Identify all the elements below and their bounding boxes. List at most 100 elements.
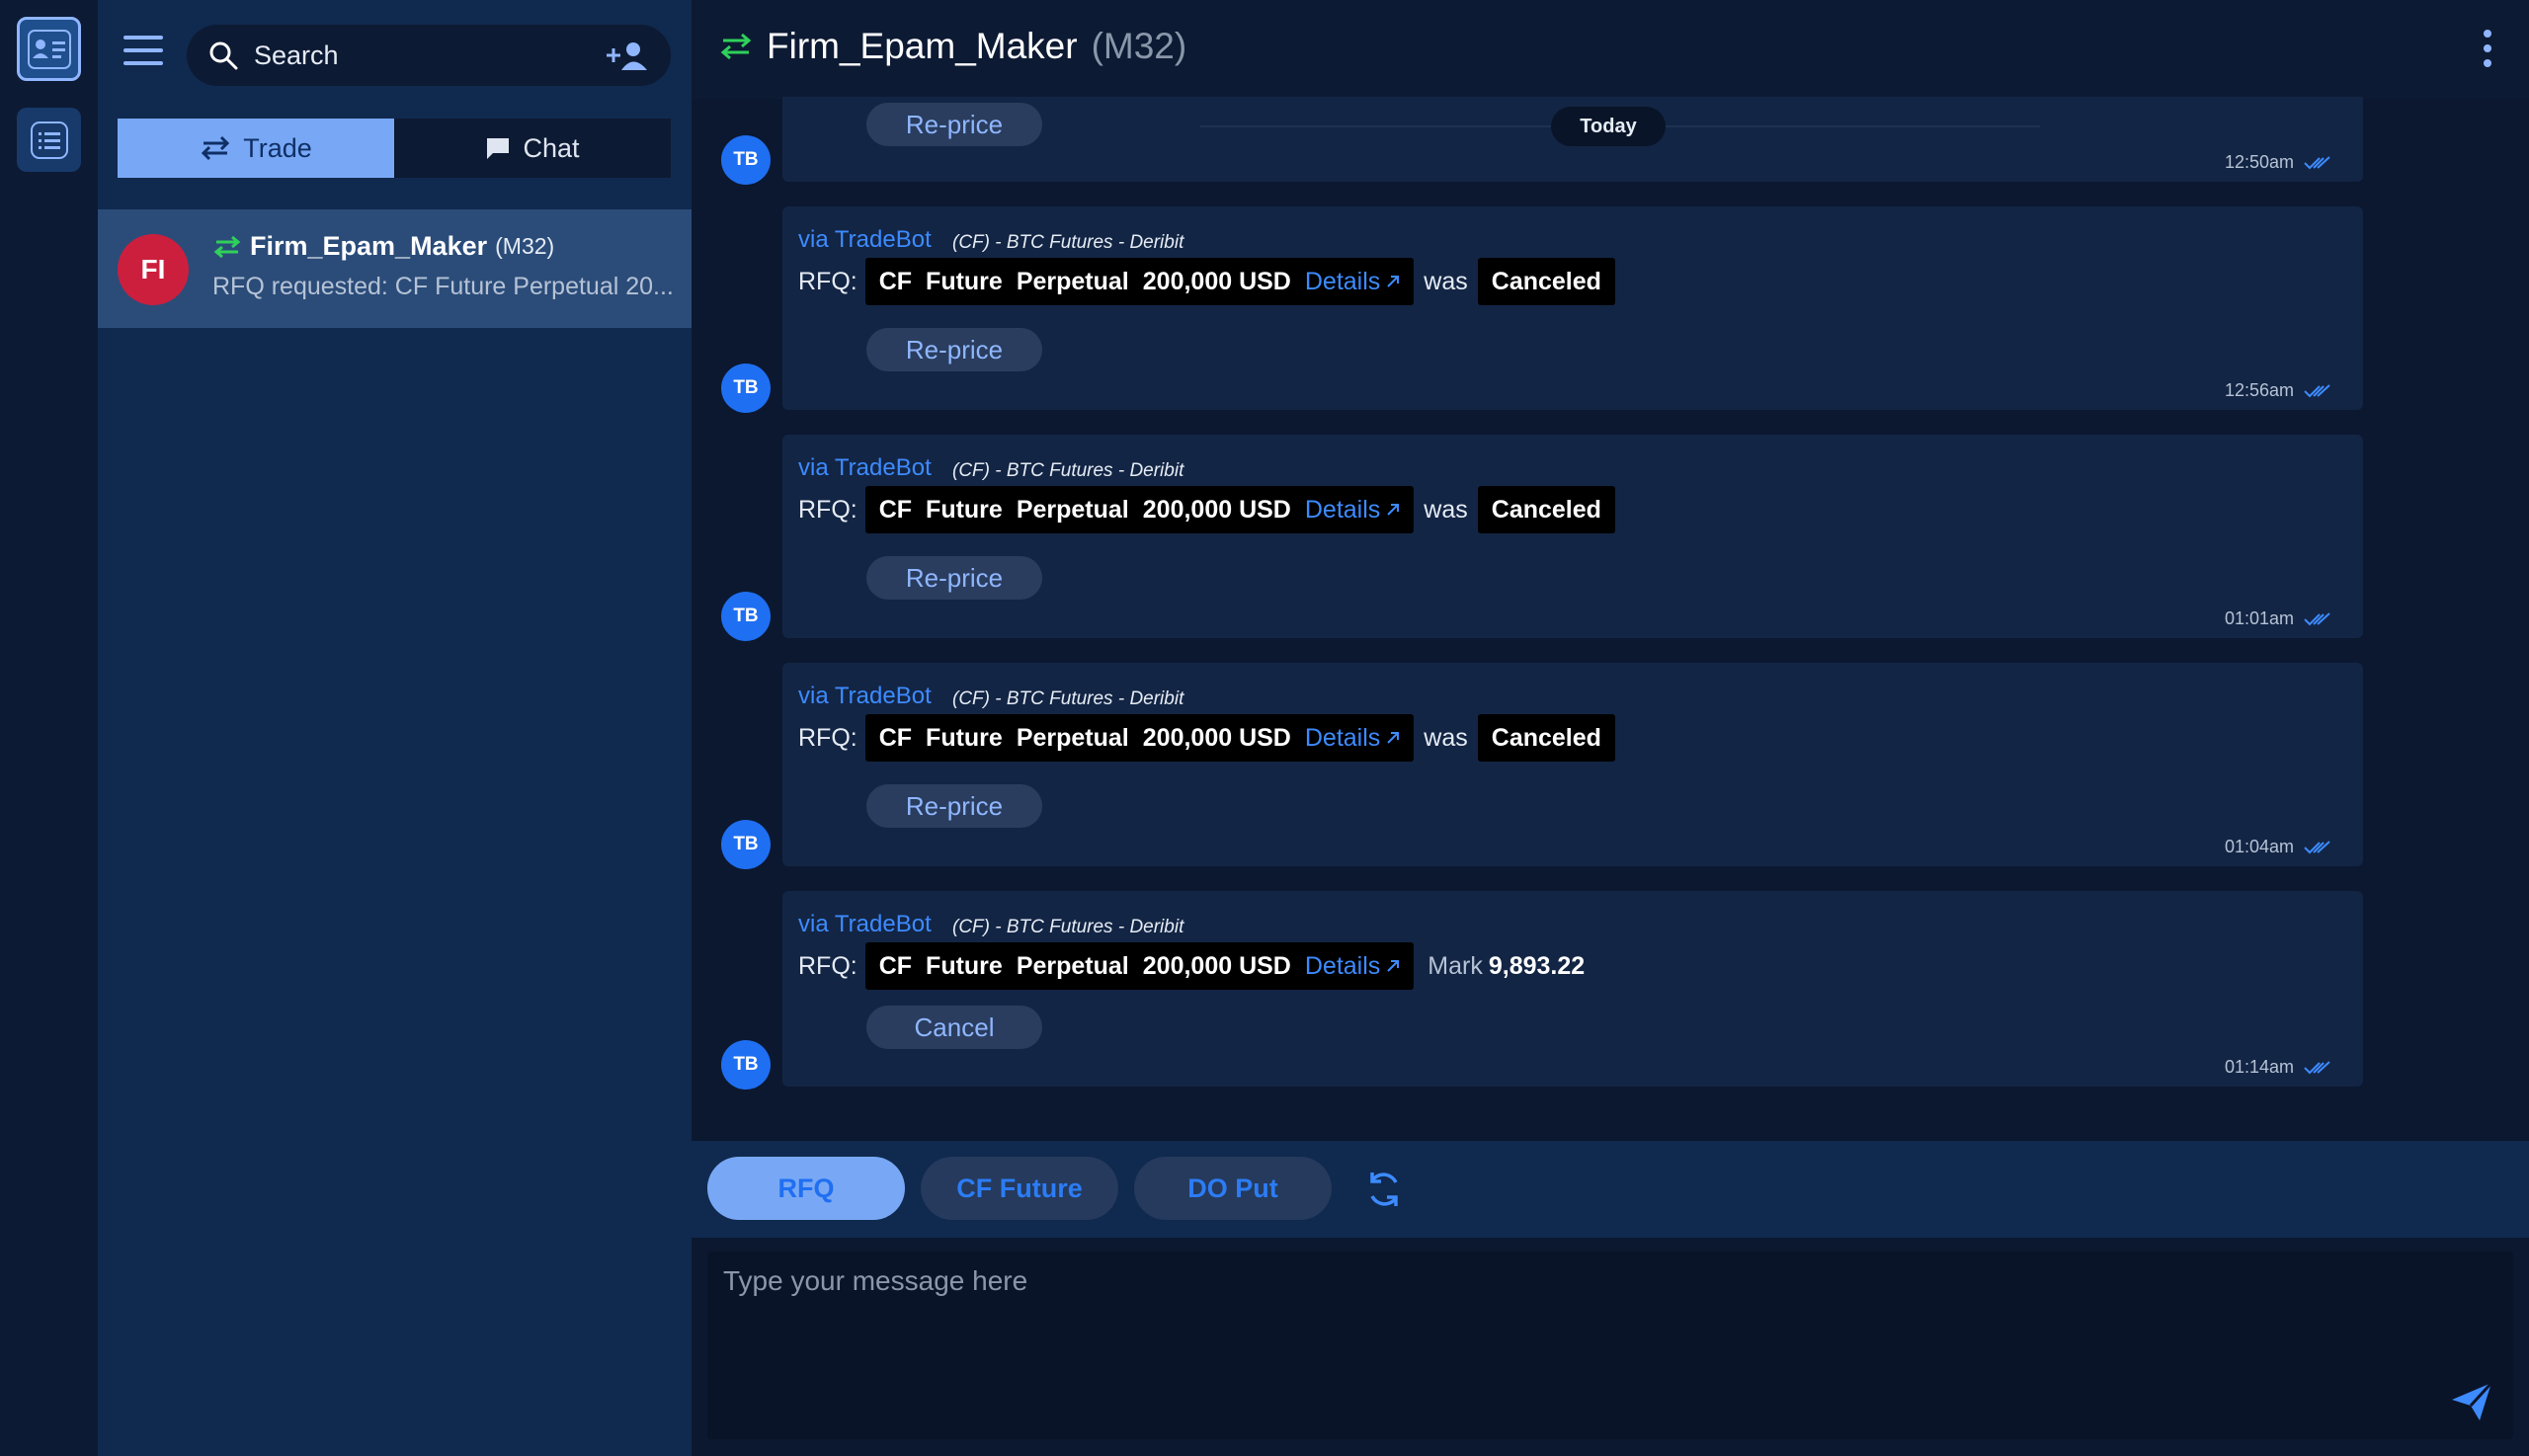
cancel-button[interactable]: Cancel [866, 1006, 1042, 1049]
via-tradebot-link[interactable]: via TradeBot [798, 226, 932, 254]
double-check-icon [2304, 383, 2330, 397]
rfq-quick-button[interactable]: RFQ [707, 1157, 905, 1220]
status-badge: Canceled [1477, 714, 1615, 762]
message-card: via TradeBot (CF) - BTC Futures - Deribi… [782, 891, 2363, 1087]
message-timestamp: 01:01am [2224, 608, 2294, 628]
message-source: (CF) - BTC Futures - Deribit [952, 917, 1184, 937]
rfq-details-box: CF Future Perpetual 200,000 USD Details [864, 486, 1415, 533]
via-tradebot-link[interactable]: via TradeBot [798, 683, 932, 710]
contacts-button[interactable] [17, 17, 81, 81]
rfq-amount: 200,000 USD [1142, 495, 1291, 524]
message-source: (CF) - BTC Futures - Deribit [952, 688, 1184, 709]
details-label: Details [1304, 951, 1381, 980]
tab-trade-label: Trade [243, 132, 312, 163]
swap-arrows-icon [202, 135, 230, 161]
external-link-icon [1387, 276, 1400, 287]
avatar: TB [721, 592, 771, 641]
rfq-term: Future [926, 723, 1003, 752]
message-time: 12:50am [2225, 152, 2331, 173]
mark-price: Mark 9,893.22 [1428, 952, 1585, 981]
message-time: 01:04am [2225, 837, 2331, 857]
conversation-item[interactable]: FI Firm_Epam_Maker (M32) RFQ requested: … [98, 209, 692, 328]
message-time: 01:14am [2225, 1057, 2331, 1078]
message-timestamp: 01:04am [2224, 837, 2294, 856]
message-composer [707, 1252, 2513, 1439]
rfq-term: Perpetual [1016, 495, 1129, 524]
double-check-icon [2304, 1060, 2330, 1074]
hamburger-menu-icon[interactable] [123, 36, 163, 67]
search-input[interactable]: Search [254, 40, 606, 71]
details-label: Details [1304, 723, 1381, 752]
trade-swap-icon [720, 33, 752, 60]
reprice-button[interactable]: Re-price [866, 784, 1042, 828]
rfq-term: Perpetual [1016, 267, 1129, 295]
was-label: was [1424, 723, 1468, 752]
do-put-quick-button[interactable]: DO Put [1134, 1157, 1332, 1220]
reprice-button[interactable]: Re-price [866, 556, 1042, 600]
conversation-preview: RFQ requested: CF Future Perpetual 20... [212, 273, 674, 300]
reprice-button[interactable]: Re-price [866, 328, 1042, 371]
avatar: FI [118, 234, 189, 305]
rfq-details-box: CF Future Perpetual 200,000 USD Details [864, 714, 1415, 762]
rfq-amount: 200,000 USD [1142, 267, 1291, 295]
tab-chat-label: Chat [523, 132, 580, 163]
sidebar: Search Trade Chat FI Firm_Epam_Maker (M3… [98, 0, 692, 1456]
details-label: Details [1304, 267, 1381, 295]
details-link[interactable]: Details [1305, 496, 1400, 525]
external-link-icon [1387, 960, 1400, 972]
message-input[interactable] [707, 1252, 2513, 1439]
tab-trade[interactable]: Trade [118, 119, 394, 178]
search-icon [209, 41, 238, 70]
message-timestamp: 01:14am [2224, 1057, 2294, 1077]
details-link[interactable]: Details [1305, 268, 1400, 296]
rfq-label: RFQ: [798, 267, 857, 295]
left-rail [0, 0, 98, 1456]
reprice-button[interactable]: Re-price [866, 103, 1042, 146]
conversation-name: Firm_Epam_Maker [250, 231, 488, 261]
rfq-label: RFQ: [798, 951, 857, 980]
message-time: 12:56am [2225, 380, 2331, 401]
avatar: TB [721, 1040, 771, 1090]
message-card: via TradeBot (CF) - BTC Futures - Deribi… [782, 663, 2363, 866]
rfq-label: RFQ: [798, 723, 857, 752]
send-icon[interactable] [2450, 1380, 2493, 1423]
contact-card-icon [27, 29, 71, 69]
header-code: (M32) [1091, 26, 1187, 66]
chat-bubble-icon [487, 138, 510, 159]
mark-label: Mark [1428, 951, 1483, 980]
list-button[interactable] [17, 108, 81, 172]
mark-value: 9,893.22 [1488, 951, 1586, 980]
rfq-term: CF [878, 723, 913, 752]
details-label: Details [1304, 495, 1381, 524]
rfq-term: Future [926, 495, 1003, 524]
search-bar[interactable]: Search [187, 25, 671, 86]
cf-future-quick-button[interactable]: CF Future [921, 1157, 1118, 1220]
details-link[interactable]: Details [1305, 952, 1400, 981]
rfq-amount: 200,000 USD [1142, 723, 1291, 752]
via-tradebot-link[interactable]: via TradeBot [798, 911, 932, 938]
message-card: via TradeBot (CF) - BTC Futures - Deribi… [782, 206, 2363, 410]
double-check-icon [2304, 155, 2330, 169]
message-timestamp: 12:50am [2224, 152, 2294, 172]
avatar: TB [721, 135, 771, 185]
add-user-icon[interactable] [606, 40, 649, 71]
rfq-amount: 200,000 USD [1142, 951, 1291, 980]
rfq-row: RFQ: CF Future Perpetual 200,000 USD Det… [798, 258, 1615, 305]
tab-chat[interactable]: Chat [394, 119, 671, 178]
rfq-term: Perpetual [1016, 951, 1129, 980]
status-badge: Canceled [1477, 258, 1615, 305]
header-name: Firm_Epam_Maker [767, 26, 1078, 66]
rfq-term: Future [926, 267, 1003, 295]
more-options-icon[interactable] [2484, 30, 2493, 74]
conversation-code: (M32) [495, 233, 555, 259]
refresh-icon[interactable] [1363, 1169, 1405, 1210]
trade-swap-icon [213, 235, 241, 258]
details-link[interactable]: Details [1305, 724, 1400, 753]
status-badge: Canceled [1477, 486, 1615, 533]
chat-panel: Firm_Epam_Maker (M32) Re-price 12:50am T… [692, 0, 2529, 1456]
rfq-row: RFQ: CF Future Perpetual 200,000 USD Det… [798, 486, 1615, 533]
quick-action-bar: RFQ CF Future DO Put [692, 1141, 2529, 1238]
was-label: was [1424, 495, 1468, 524]
double-check-icon [2304, 840, 2330, 853]
via-tradebot-link[interactable]: via TradeBot [798, 454, 932, 482]
